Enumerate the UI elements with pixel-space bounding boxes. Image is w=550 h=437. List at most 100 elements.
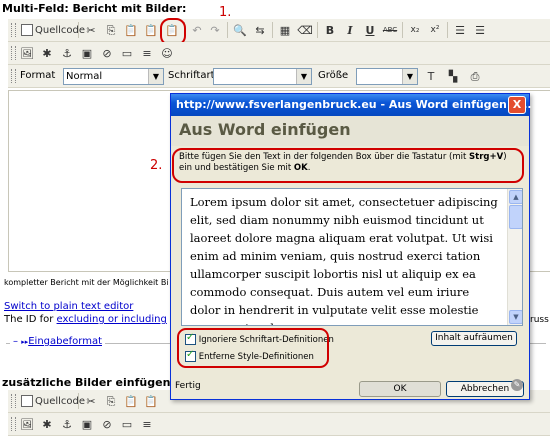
paste-textarea[interactable]: Lorem ipsum dolor sit amet, consectetuer… bbox=[181, 188, 523, 326]
bulleted-list-button[interactable]: ☰ bbox=[471, 21, 489, 39]
underline-button[interactable]: U bbox=[361, 21, 379, 39]
select-all-button[interactable]: ▦ bbox=[276, 21, 294, 39]
scroll-down-icon[interactable]: ▼ bbox=[509, 310, 522, 324]
undo-button[interactable]: ↶ bbox=[188, 21, 206, 39]
copy-button-2[interactable]: ⎘ bbox=[102, 392, 120, 410]
toolbar-grip[interactable] bbox=[11, 417, 16, 431]
status-pencil-icon: ✎ bbox=[511, 379, 523, 391]
paste-button[interactable]: 📋 bbox=[122, 21, 140, 39]
toolbar-grip[interactable] bbox=[11, 23, 16, 37]
dialog-titlebar[interactable]: http://www.fsverlangenbruck.eu - Aus Wor… bbox=[171, 94, 532, 116]
text-color-button[interactable]: T bbox=[422, 67, 440, 85]
clipboard-text-icon: 📋 bbox=[144, 23, 158, 37]
flash-button-2[interactable]: ✱ bbox=[38, 415, 56, 433]
horizontal-rule-icon: ≡ bbox=[142, 417, 152, 431]
toolbar-separator bbox=[272, 22, 273, 38]
toolbar-separator bbox=[78, 22, 79, 38]
anchor-button-2[interactable]: ⚓ bbox=[58, 415, 76, 433]
source-icon bbox=[21, 395, 33, 407]
clipboard-icon: 📋 bbox=[124, 23, 138, 37]
anchor-button[interactable]: ⚓ bbox=[58, 44, 76, 62]
size-select[interactable]: ▼ bbox=[356, 68, 418, 85]
preview-icon: ⎙ bbox=[470, 69, 480, 83]
dialog-title: http://www.fsverlangenbruck.eu - Aus Wor… bbox=[176, 98, 532, 111]
horizontal-rule-button[interactable]: ≡ bbox=[138, 44, 156, 62]
horizontal-rule-icon: ≡ bbox=[142, 46, 152, 60]
image-button-2[interactable]: 🖼 bbox=[18, 415, 36, 433]
table-button[interactable]: ▭ bbox=[118, 44, 136, 62]
paste-button-2[interactable]: 📋 bbox=[122, 392, 140, 410]
bg-color-icon: ▚ bbox=[448, 69, 458, 83]
replace-icon: ⇆ bbox=[255, 23, 265, 37]
cleanup-button[interactable]: Inhalt aufräumen bbox=[431, 331, 517, 346]
eingabeformat-link[interactable]: Eingabeformat bbox=[28, 336, 102, 347]
annotation-highlight-2 bbox=[172, 148, 524, 183]
toolbar-separator bbox=[78, 393, 79, 409]
chevron-down-icon: ▼ bbox=[296, 69, 311, 84]
format-label: Format bbox=[20, 70, 56, 81]
italic-button[interactable]: I bbox=[341, 21, 359, 39]
close-button[interactable]: X bbox=[508, 96, 526, 114]
link-button-2[interactable]: ▣ bbox=[78, 415, 96, 433]
editor2-toolbar-row-2: 🖼 ✱ ⚓ ▣ ⊘ ▭ ≡ bbox=[8, 413, 550, 436]
replace-button[interactable]: ⇆ bbox=[251, 21, 269, 39]
flash-button[interactable]: ✱ bbox=[38, 44, 56, 62]
scroll-up-icon[interactable]: ▲ bbox=[509, 190, 522, 204]
excluding-including-link[interactable]: excluding or including bbox=[57, 314, 167, 325]
chevron-down-icon: ▼ bbox=[402, 69, 417, 84]
dialog-status: Fertig ✎ bbox=[171, 373, 529, 399]
clipboard-icon: 📋 bbox=[124, 394, 138, 408]
cut-button[interactable]: ✂ bbox=[82, 21, 100, 39]
clipboard-text-icon: 📋 bbox=[144, 394, 158, 408]
superscript-button[interactable]: x² bbox=[426, 21, 444, 39]
unlink-button-2[interactable]: ⊘ bbox=[98, 415, 116, 433]
horizontal-rule-button-2[interactable]: ≡ bbox=[138, 415, 156, 433]
copy-icon: ⎘ bbox=[106, 23, 116, 37]
remove-format-button[interactable]: ⌫ bbox=[296, 21, 314, 39]
paste-text-button[interactable]: 📋 bbox=[142, 21, 160, 39]
binoculars-icon: 🔍 bbox=[233, 23, 247, 37]
eingabeformat-legend[interactable]: – ▸▸Eingabeformat bbox=[10, 336, 105, 347]
toolbar-grip[interactable] bbox=[11, 394, 16, 408]
numbered-list-button[interactable]: ☰ bbox=[451, 21, 469, 39]
unlink-button[interactable]: ⊘ bbox=[98, 44, 116, 62]
redo-button[interactable]: ↷ bbox=[206, 21, 224, 39]
switch-plain-text-link[interactable]: Switch to plain text editor bbox=[4, 301, 133, 312]
annotation-1: 1. bbox=[219, 5, 232, 20]
eraser-icon: ⌫ bbox=[297, 23, 313, 37]
bg-color-button[interactable]: ▚ bbox=[444, 67, 462, 85]
textarea-scrollbar[interactable]: ▲ ▼ bbox=[507, 189, 522, 325]
flash-icon: ✱ bbox=[42, 46, 52, 60]
scroll-thumb[interactable] bbox=[509, 205, 522, 229]
section-title-images: zusätzliche Bilder einfügen: bbox=[2, 376, 175, 389]
editor-toolbar-row-2: 🖼 ✱ ⚓ ▣ ⊘ ▭ ≡ ☺ bbox=[8, 42, 550, 65]
paste-text-button-2[interactable]: 📋 bbox=[142, 392, 160, 410]
link-button[interactable]: ▣ bbox=[78, 44, 96, 62]
toolbar-grip[interactable] bbox=[11, 69, 16, 83]
unlink-icon: ⊘ bbox=[102, 417, 112, 431]
image-button[interactable]: 🖼 bbox=[18, 44, 36, 62]
link-icon: ▣ bbox=[81, 417, 93, 431]
source-icon bbox=[21, 24, 33, 36]
table-button-2[interactable]: ▭ bbox=[118, 415, 136, 433]
collapse-dash: – bbox=[13, 336, 18, 347]
font-label: Schriftart bbox=[168, 70, 215, 81]
scissors-icon: ✂ bbox=[86, 394, 96, 408]
smiley-button[interactable]: ☺ bbox=[158, 44, 176, 62]
toolbar-separator bbox=[447, 22, 448, 38]
find-button[interactable]: 🔍 bbox=[231, 21, 249, 39]
anchor-icon: ⚓ bbox=[62, 417, 72, 431]
subscript-button[interactable]: x₂ bbox=[406, 21, 424, 39]
cut-button-2[interactable]: ✂ bbox=[82, 392, 100, 410]
flash-icon: ✱ bbox=[42, 417, 52, 431]
strikethrough-button[interactable]: ABC bbox=[381, 21, 399, 39]
report-note: kompletter Bericht mit der Möglichkeit B… bbox=[4, 278, 169, 287]
link-icon: ▣ bbox=[81, 46, 93, 60]
format-select[interactable]: Normal ▼ bbox=[63, 68, 164, 85]
id-text: The ID for excluding or including bbox=[4, 314, 167, 325]
bold-button[interactable]: B bbox=[321, 21, 339, 39]
preview-button[interactable]: ⎙ bbox=[466, 67, 484, 85]
toolbar-grip[interactable] bbox=[11, 46, 16, 60]
copy-button[interactable]: ⎘ bbox=[102, 21, 120, 39]
font-select[interactable]: ▼ bbox=[213, 68, 312, 85]
